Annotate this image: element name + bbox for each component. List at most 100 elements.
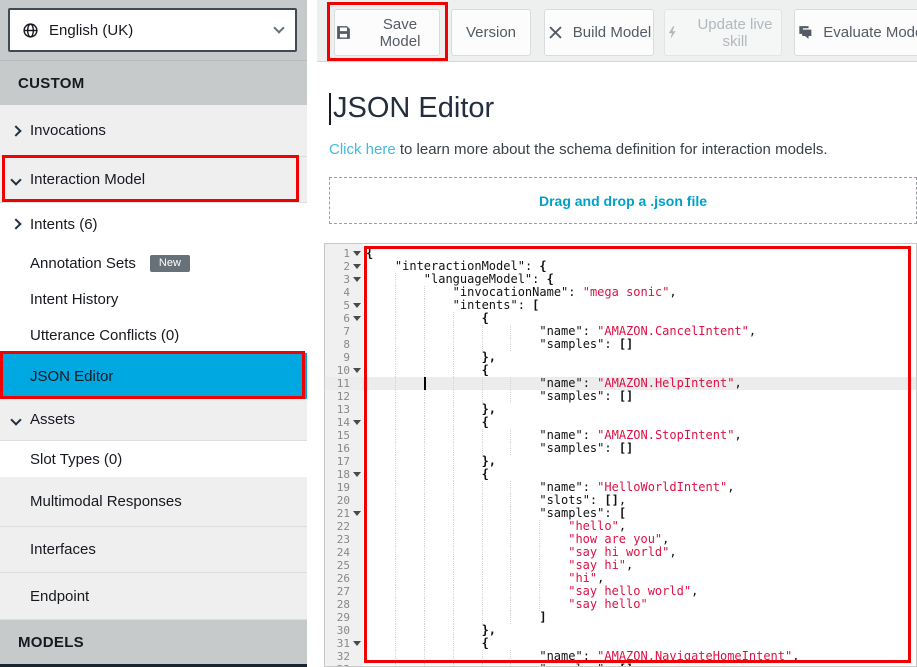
language-selector[interactable]: English (UK) (8, 8, 297, 52)
line-number: 31 (325, 637, 363, 650)
line-number: 24 (325, 546, 363, 559)
sidebar-item-label: Intent History (30, 291, 118, 308)
line-number: 15 (325, 429, 363, 442)
sidebar-item-interaction-model[interactable]: Interaction Model (0, 157, 307, 203)
code-text: "samples": [] (363, 390, 916, 403)
globe-icon (22, 22, 39, 39)
code-line: 17}, (325, 455, 916, 468)
language-selector-label: English (UK) (49, 22, 133, 39)
line-number: 14 (325, 416, 363, 429)
code-text: "intents": [ (363, 299, 916, 312)
chevron-down-icon (273, 22, 284, 33)
toolbar-button-save-model[interactable]: Save Model (334, 9, 440, 56)
toolbar-button-label: Save Model (361, 16, 439, 50)
line-number: 30 (325, 624, 363, 637)
sidebar-item-label: Slot Types (0) (30, 451, 122, 468)
fold-arrow-icon[interactable] (353, 420, 361, 425)
lightning-icon (665, 24, 680, 41)
chat-icon (796, 24, 814, 41)
code-line: 12"samples": [] (325, 390, 916, 403)
sidebar-item-label: Interaction Model (30, 171, 145, 188)
code-text: "name": "AMAZON.NavigateHomeIntent", (363, 650, 916, 663)
line-number: 29 (325, 611, 363, 624)
sidebar: English (UK) CUSTOM Invocations Interacti… (0, 0, 307, 667)
fold-arrow-icon[interactable] (353, 316, 361, 321)
code-text: }, (363, 624, 916, 637)
chevron-right-icon (10, 218, 21, 229)
code-text: }, (363, 351, 916, 364)
line-number: 32 (325, 650, 363, 663)
code-line: 16"samples": [] (325, 442, 916, 455)
toolbar-button-version[interactable]: Version (451, 9, 531, 56)
click-here-link[interactable]: Click here (329, 141, 396, 158)
line-number: 33 (325, 663, 363, 667)
floppy-icon (335, 24, 352, 41)
fold-arrow-icon[interactable] (353, 251, 361, 256)
code-text: ] (363, 611, 916, 624)
line-number: 1 (325, 247, 363, 260)
dropzone-label: Drag and drop a .json file (539, 193, 707, 209)
build-tools-icon (547, 24, 564, 41)
code-text: "name": "HelloWorldIntent", (363, 481, 916, 494)
line-number: 16 (325, 442, 363, 455)
code-line: 4"invocationName": "mega sonic", (325, 286, 916, 299)
code-text: "invocationName": "mega sonic", (363, 286, 916, 299)
section-header-custom: CUSTOM (0, 60, 307, 105)
sidebar-item-annotation-sets[interactable]: Annotation SetsNew (0, 245, 307, 281)
sidebar-item-label: Invocations (30, 122, 106, 139)
sidebar-item-intents-6[interactable]: Intents (6) (0, 203, 307, 245)
code-line: 29] (325, 611, 916, 624)
sidebar-item-label: Interfaces (30, 541, 96, 558)
fold-arrow-icon[interactable] (353, 303, 361, 308)
editor-cursor (424, 377, 426, 390)
sidebar-item-assets[interactable]: Assets (0, 399, 307, 441)
sidebar-item-utterance-conflicts-0[interactable]: Utterance Conflicts (0) (0, 317, 307, 353)
json-file-dropzone[interactable]: Drag and drop a .json file (329, 177, 917, 224)
toolbar-button-label: Update live skill (689, 16, 781, 50)
toolbar-button-label: Build Model (573, 24, 651, 41)
sidebar-item-label: JSON Editor (30, 368, 113, 385)
fold-arrow-icon[interactable] (353, 511, 361, 516)
code-text: "name": "AMAZON.HelpIntent", (363, 377, 916, 390)
fold-arrow-icon[interactable] (353, 472, 361, 477)
sidebar-item-label: Endpoint (30, 588, 89, 605)
fold-arrow-icon[interactable] (353, 264, 361, 269)
line-number: 5 (325, 299, 363, 312)
code-line: 8"samples": [] (325, 338, 916, 351)
fold-arrow-icon[interactable] (353, 641, 361, 646)
code-text: }, (363, 455, 916, 468)
line-number: 20 (325, 494, 363, 507)
toolbar: Save Model Version Build Model Update live … (317, 0, 917, 62)
code-text: "say hello" (363, 598, 916, 611)
toolbar-button-label: Version (466, 24, 516, 41)
sidebar-item-multimodal-responses[interactable]: Multimodal Responses (0, 477, 307, 527)
page-title: JSON Editor (329, 92, 494, 125)
json-code-editor[interactable]: 1{2"interactionModel": {3"languageModel"… (324, 243, 917, 667)
sidebar-item-interfaces[interactable]: Interfaces (0, 527, 307, 573)
sidebar-item-json-editor[interactable]: JSON Editor (0, 353, 307, 399)
code-text: "samples": [ (363, 507, 916, 520)
new-badge: New (150, 255, 190, 272)
code-line: 25"say hi", (325, 559, 916, 572)
sidebar-top-band: English (UK) CUSTOM (0, 0, 307, 105)
toolbar-button-build-model[interactable]: Build Model (544, 9, 654, 56)
sidebar-item-endpoint[interactable]: Endpoint (0, 573, 307, 620)
fold-arrow-icon[interactable] (353, 368, 361, 373)
line-number: 2 (325, 260, 363, 273)
sidebar-nav: Invocations Interaction Model Intents (6) A… (0, 105, 307, 620)
line-number: 27 (325, 585, 363, 598)
toolbar-button-evaluate-model[interactable]: Evaluate Model (794, 9, 917, 56)
sidebar-item-label: Multimodal Responses (30, 493, 182, 510)
line-number: 13 (325, 403, 363, 416)
line-number: 26 (325, 572, 363, 585)
code-text: "name": "AMAZON.StopIntent", (363, 429, 916, 442)
sidebar-item-label: Intents (6) (30, 216, 98, 233)
text-cursor (329, 93, 331, 125)
code-line: 28"say hello" (325, 598, 916, 611)
sidebar-item-slot-types-0[interactable]: Slot Types (0) (0, 441, 307, 477)
sidebar-item-intent-history[interactable]: Intent History (0, 281, 307, 317)
fold-arrow-icon[interactable] (353, 277, 361, 282)
code-line: 13}, (325, 403, 916, 416)
code-text: "samples": [] (363, 442, 916, 455)
sidebar-item-invocations[interactable]: Invocations (0, 105, 307, 157)
